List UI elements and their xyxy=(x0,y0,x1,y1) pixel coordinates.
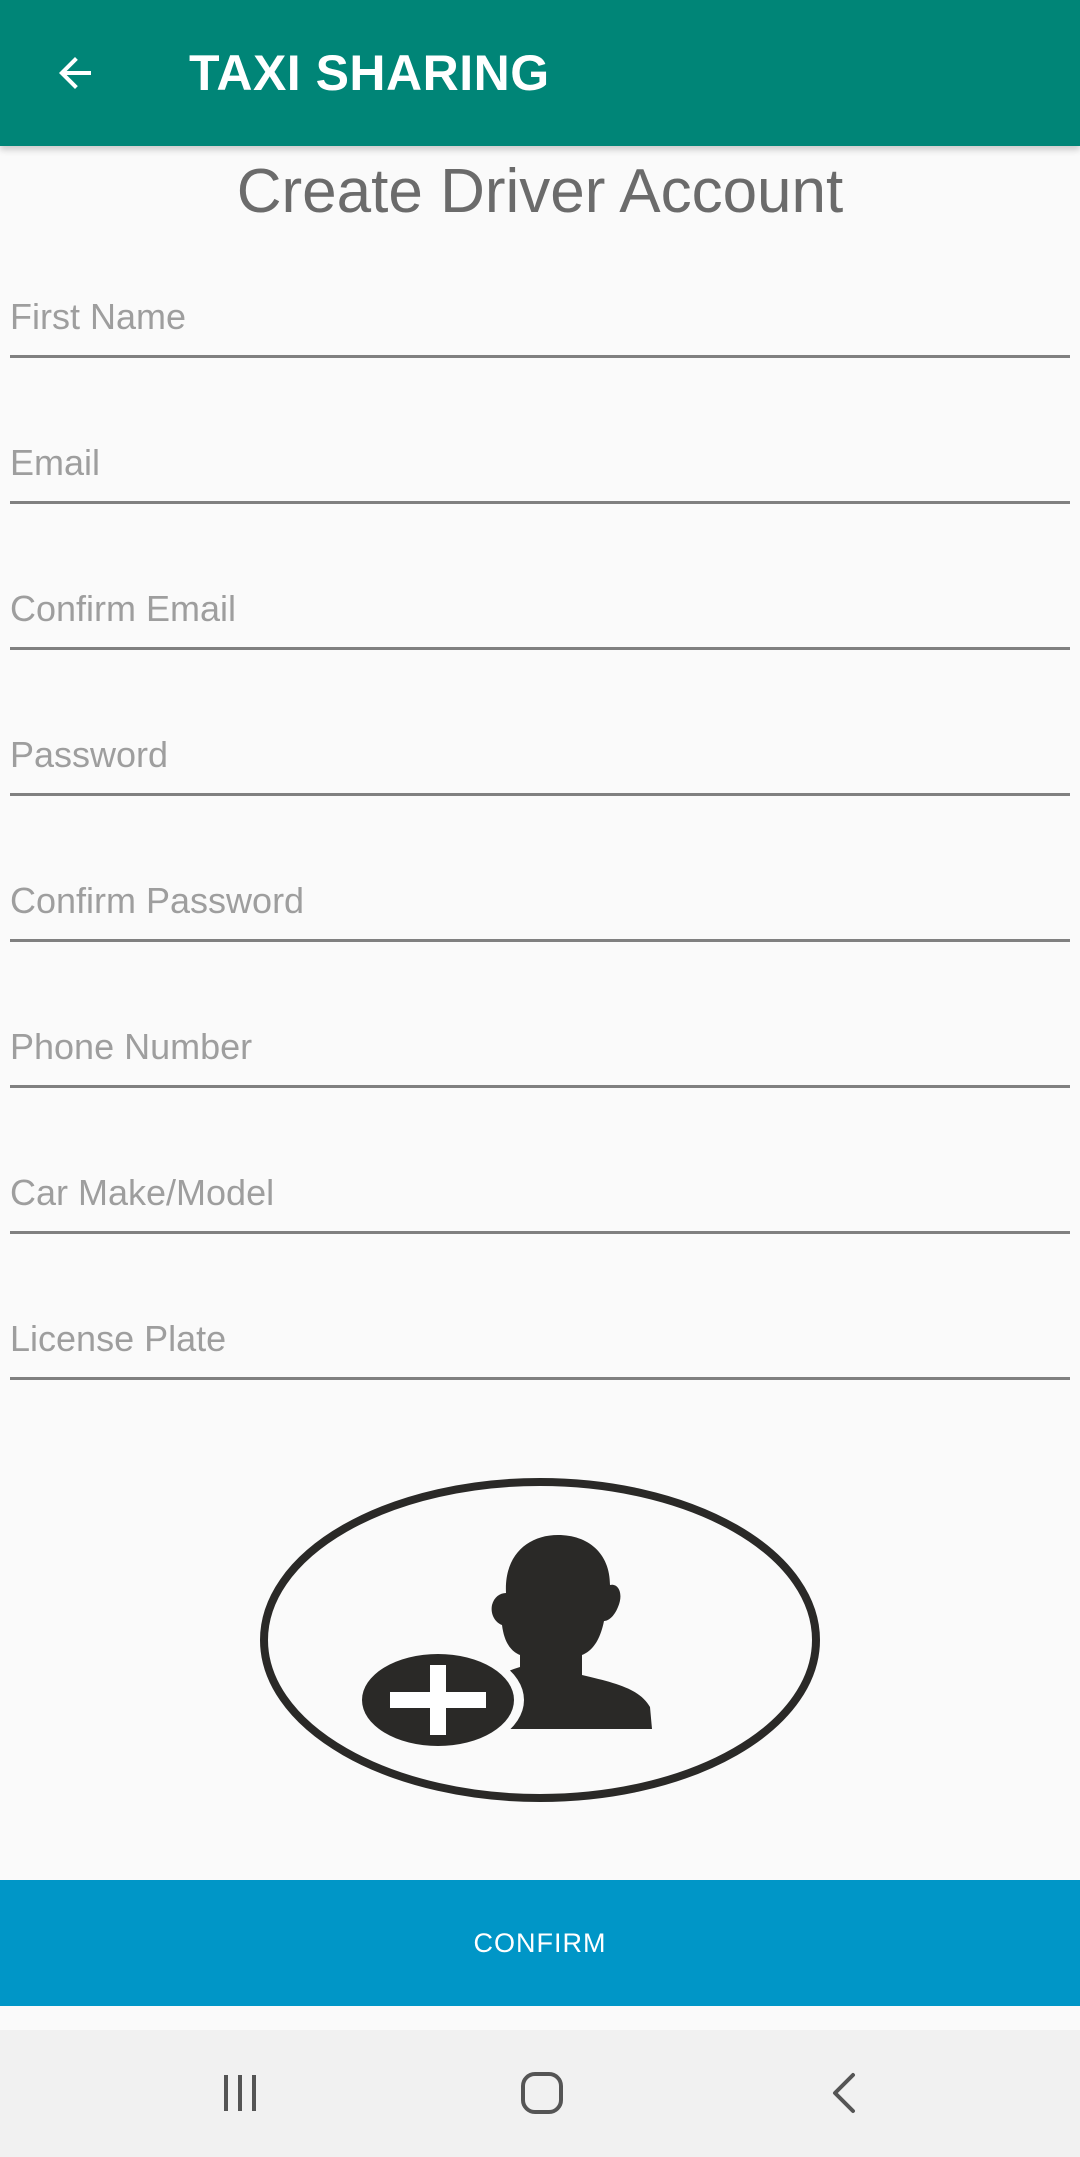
email-field[interactable] xyxy=(10,424,1070,504)
back-button[interactable] xyxy=(30,28,120,118)
app-screen: TAXI SHARING Create Driver Account CONFI… xyxy=(0,0,1080,2157)
system-back-button[interactable] xyxy=(790,2048,900,2138)
password-field[interactable] xyxy=(10,716,1070,796)
back-chevron-icon xyxy=(833,2073,855,2113)
toolbar-title: TAXI SHARING xyxy=(189,45,550,101)
confirm-email-field[interactable] xyxy=(10,570,1070,650)
car-make-model-field[interactable] xyxy=(10,1154,1070,1234)
first-name-field[interactable] xyxy=(10,278,1070,358)
recents-icon xyxy=(224,2075,256,2111)
system-nav-bar xyxy=(0,2030,1080,2157)
confirm-password-field[interactable] xyxy=(10,862,1070,942)
app-toolbar: TAXI SHARING xyxy=(0,0,1080,146)
confirm-button[interactable]: CONFIRM xyxy=(0,1880,1080,2006)
arrow-left-icon xyxy=(59,57,91,89)
add-user-icon xyxy=(260,1478,820,1802)
license-plate-field[interactable] xyxy=(10,1300,1070,1380)
recents-button[interactable] xyxy=(185,2048,295,2138)
page-title: Create Driver Account xyxy=(236,157,844,226)
phone-number-field[interactable] xyxy=(10,1008,1070,1088)
add-photo-button[interactable] xyxy=(258,1475,823,1805)
home-button[interactable] xyxy=(487,2048,597,2138)
home-icon xyxy=(521,2072,563,2114)
